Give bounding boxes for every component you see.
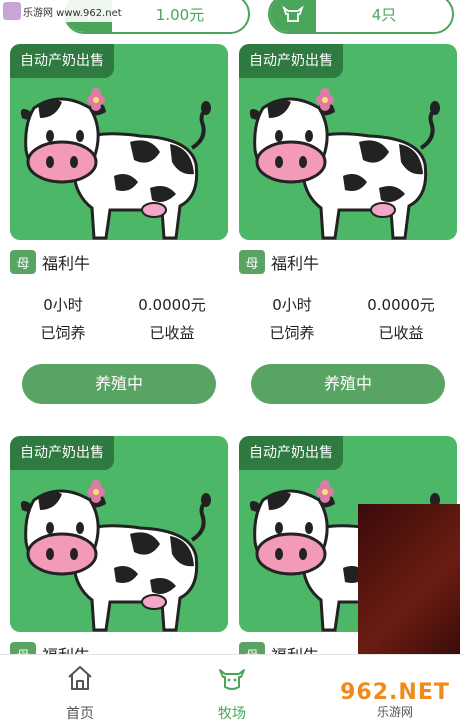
- watermark-logo-icon: [3, 2, 21, 20]
- cow-illustration: [20, 88, 211, 240]
- raised-hours: 0小时 已饲养: [269, 296, 315, 342]
- brand-watermark: 962.NET 乐游网: [330, 678, 460, 722]
- earned-income: 0.0000元 已收益: [367, 296, 435, 342]
- watermark-brand: 962.NET: [340, 680, 450, 705]
- auto-sell-badge: 自动产奶出售: [239, 436, 343, 470]
- tab-ranch-label: 牧场: [218, 706, 246, 722]
- count-pill[interactable]: 4只: [268, 0, 454, 34]
- site-watermark: 乐游网 www.962.net: [0, 0, 125, 22]
- raised-hours: 0小时 已饲养: [40, 296, 86, 342]
- cow-image: 自动产奶出售: [10, 436, 228, 632]
- cow-name: 福利牛: [42, 254, 91, 273]
- gender-tag: 母: [10, 250, 36, 274]
- tab-ranch[interactable]: 牧场: [192, 663, 272, 723]
- cow-image: 自动产奶出售: [10, 44, 228, 240]
- tab-home-label: 首页: [66, 706, 94, 722]
- raising-button[interactable]: 养殖中: [251, 364, 445, 404]
- earned-income: 0.0000元 已收益: [138, 296, 206, 342]
- watermark-text: 乐游网 www.962.net: [23, 7, 122, 19]
- overlay-ad-box: [358, 504, 460, 654]
- raising-button[interactable]: 养殖中: [22, 364, 216, 404]
- tab-home[interactable]: 首页: [40, 663, 120, 723]
- auto-sell-badge: 自动产奶出售: [239, 44, 343, 78]
- cow-icon: [270, 0, 316, 32]
- cow-illustration: [249, 88, 440, 240]
- cow-name: 福利牛: [271, 254, 320, 273]
- auto-sell-badge: 自动产奶出售: [10, 436, 114, 470]
- price-value: 1.00元: [155, 5, 205, 24]
- cow-illustration: [20, 480, 211, 632]
- cow-image: 自动产奶出售: [239, 44, 457, 240]
- cow-count-value: 4只: [371, 5, 397, 24]
- auto-sell-badge: 自动产奶出售: [10, 44, 114, 78]
- cow-face-icon: [219, 669, 245, 690]
- home-icon: [68, 666, 92, 690]
- watermark-brand-sub: 乐游网: [376, 705, 413, 719]
- gender-tag: 母: [239, 250, 265, 274]
